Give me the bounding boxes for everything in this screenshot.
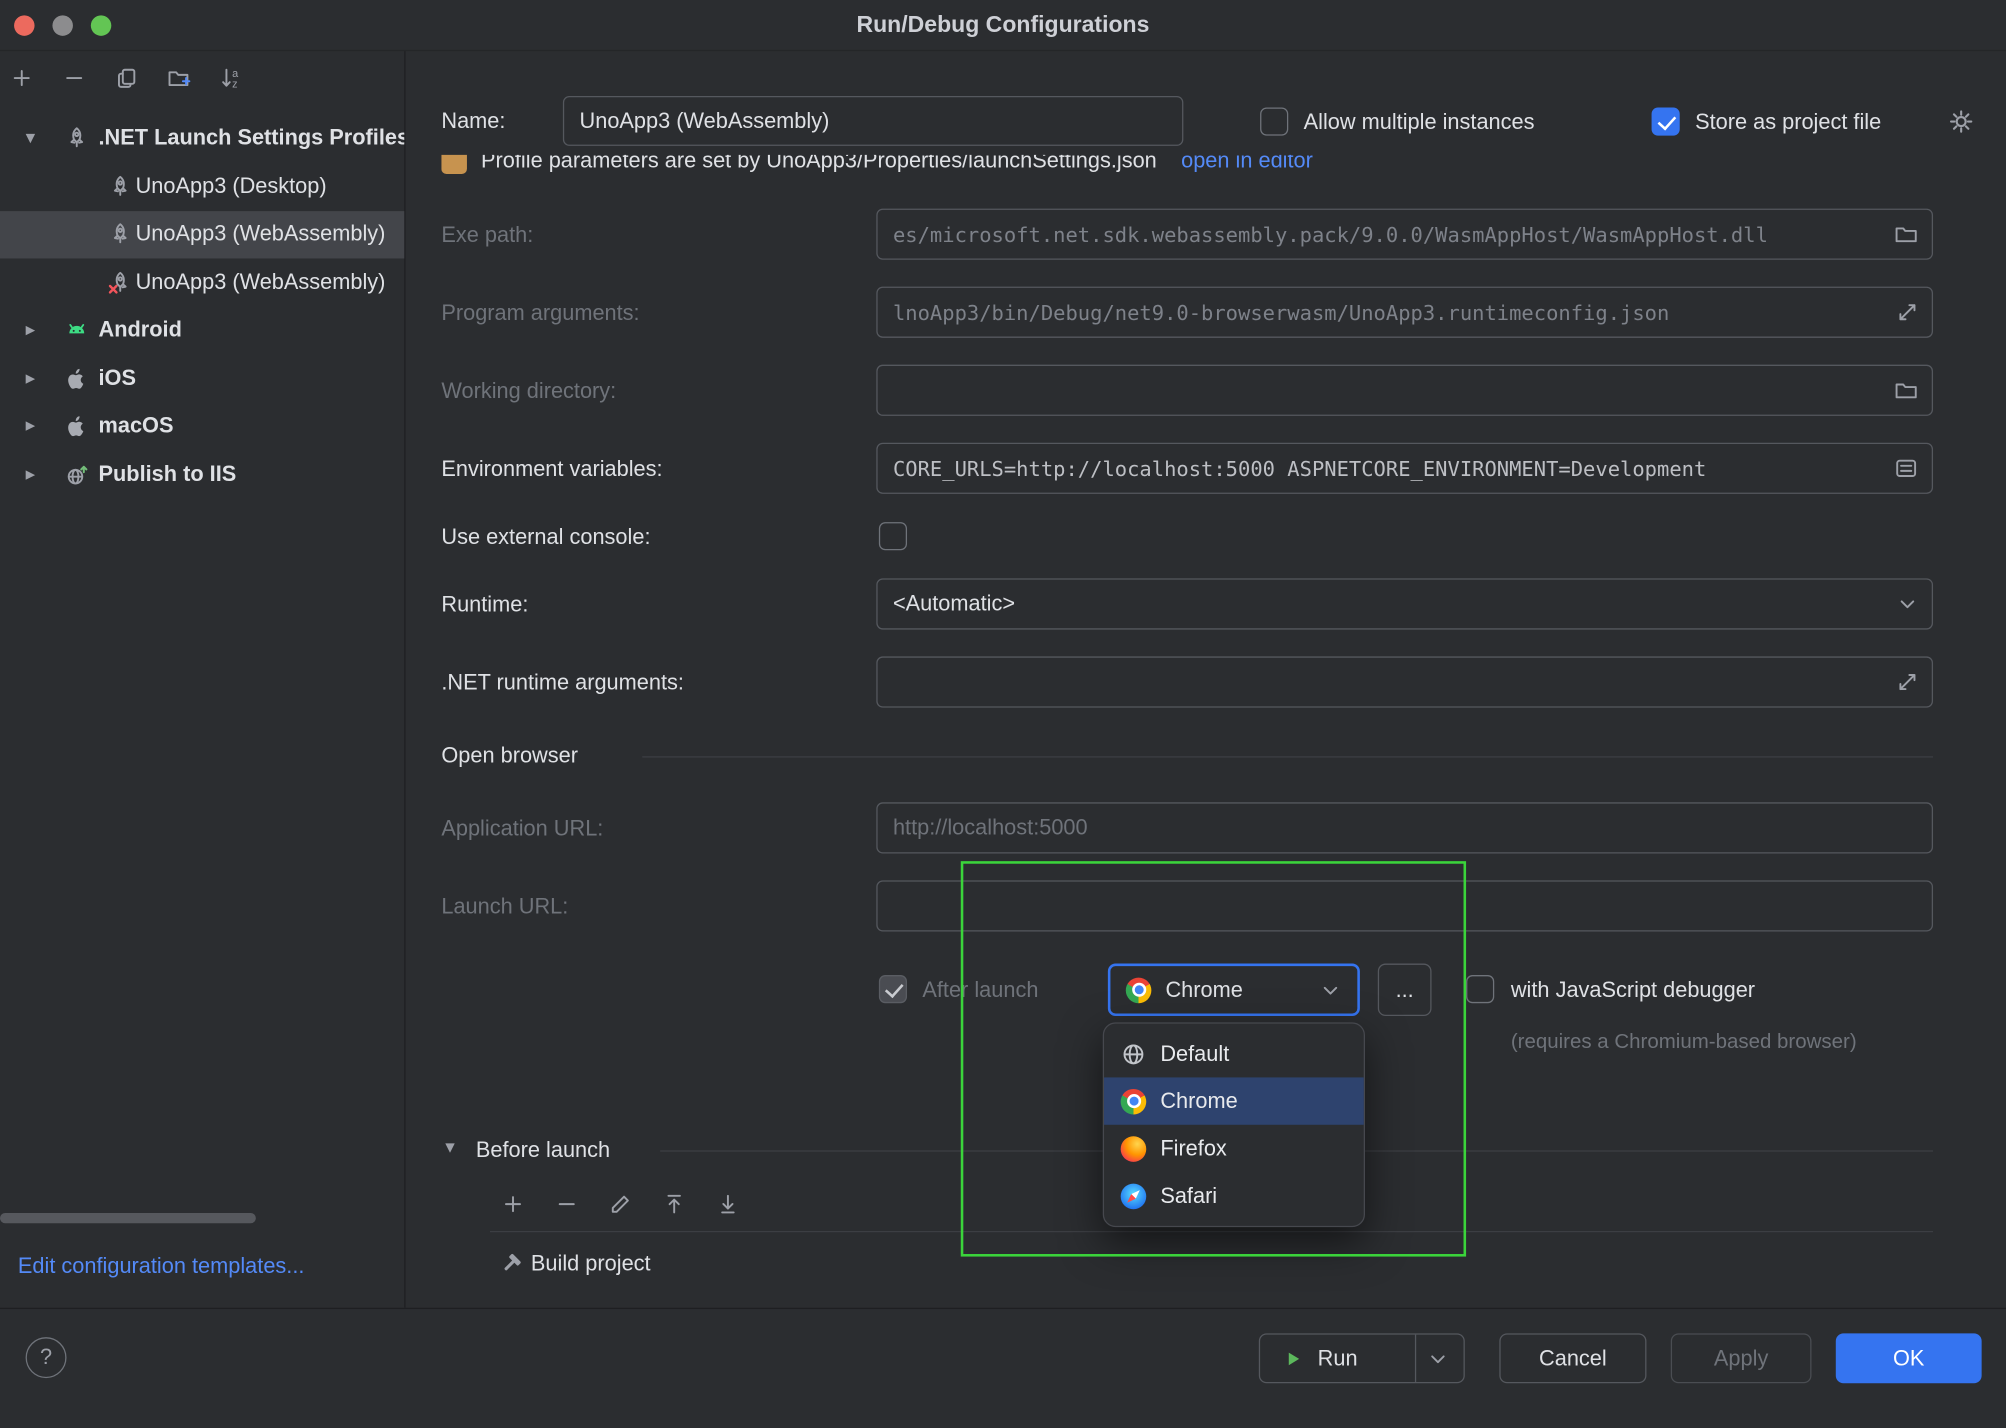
help-button[interactable]: ? (26, 1337, 67, 1378)
chevron-down-icon (1896, 592, 1919, 615)
use-external-console-label: Use external console: (441, 525, 650, 551)
remove-icon (554, 1191, 580, 1217)
environment-variables-input[interactable]: CORE_URLS=http://localhost:5000 ASPNETCO… (876, 443, 1933, 494)
dropdown-item-label: Default (1160, 1041, 1229, 1067)
after-launch-checkbox[interactable] (879, 975, 907, 1003)
move-task-up-button[interactable] (660, 1190, 688, 1218)
program-arguments-value: lnoApp3/bin/Debug/net9.0-browserwasm/Uno… (893, 300, 1669, 324)
edit-pencil-icon (608, 1191, 634, 1217)
before-launch-collapse-chevron[interactable]: ▾ (445, 1134, 455, 1162)
add-icon (500, 1191, 526, 1217)
application-url-label: Application URL: (441, 816, 603, 842)
store-as-project-file-label: Store as project file (1695, 110, 1881, 136)
open-in-editor-link[interactable]: open in editor (1181, 155, 1313, 174)
cancel-button-label: Cancel (1539, 1345, 1607, 1371)
before-launch-task-label: Build project (531, 1251, 651, 1277)
before-launch-task-row[interactable]: Build project (490, 1241, 1933, 1292)
dropdown-item-safari[interactable]: Safari (1104, 1172, 1364, 1219)
ok-button-label: OK (1893, 1345, 1924, 1371)
browse-browser-button[interactable]: ... (1378, 964, 1432, 1016)
dropdown-item-label: Safari (1160, 1183, 1217, 1209)
chrome-icon (1126, 977, 1152, 1003)
safari-icon (1121, 1183, 1147, 1209)
store-settings-gear-icon[interactable] (1947, 107, 1975, 135)
js-debugger-note: (requires a Chromium-based browser) (1511, 1031, 1857, 1054)
chevron-down-icon (1319, 978, 1342, 1001)
environment-variables-value: CORE_URLS=http://localhost:5000 ASPNETCO… (893, 456, 1706, 480)
runtime-label: Runtime: (441, 592, 528, 618)
browser-dropdown-popup: Default Chrome Firefox Safari (1103, 1022, 1365, 1227)
launch-settings-file-icon (441, 155, 467, 174)
main-form: Name: Allow multiple instances Store as … (0, 0, 2006, 1428)
run-button-label: Run (1318, 1345, 1358, 1371)
ok-button[interactable]: OK (1836, 1333, 1982, 1383)
run-debug-configurations-dialog: Run/Debug Configurations az ▾ .NET Launc… (0, 0, 2006, 1428)
working-directory-label: Working directory: (441, 379, 616, 405)
store-as-project-file-checkbox[interactable] (1652, 107, 1680, 135)
move-down-icon (715, 1191, 741, 1217)
program-arguments-input[interactable]: lnoApp3/bin/Debug/net9.0-browserwasm/Uno… (876, 287, 1933, 338)
js-debugger-label: with JavaScript debugger (1511, 978, 1755, 1004)
launch-url-input[interactable] (876, 880, 1933, 931)
expand-icon[interactable] (1896, 301, 1919, 324)
exe-path-label: Exe path: (441, 223, 533, 249)
exe-path-value: es/microsoft.net.sdk.webassembly.pack/9.… (893, 222, 1768, 246)
dotnet-runtime-arguments-label: .NET runtime arguments: (441, 671, 684, 697)
before-launch-section-title: Before launch (476, 1138, 610, 1164)
after-launch-label: After launch (922, 978, 1038, 1004)
apply-button-label: Apply (1714, 1345, 1768, 1371)
browser-combo-value: Chrome (1165, 977, 1242, 1003)
globe-icon (1121, 1041, 1147, 1067)
browse-folder-icon[interactable] (1893, 377, 1919, 403)
before-launch-toolbar (499, 1190, 742, 1218)
launch-url-label: Launch URL: (441, 894, 568, 920)
edit-task-button[interactable] (606, 1190, 634, 1218)
variables-list-icon[interactable] (1893, 456, 1919, 482)
move-task-down-button[interactable] (714, 1190, 742, 1218)
open-browser-section-title: Open browser (441, 743, 578, 769)
run-button[interactable]: Run (1259, 1333, 1465, 1383)
browse-folder-icon[interactable] (1893, 221, 1919, 247)
chrome-icon (1121, 1088, 1147, 1114)
expand-icon[interactable] (1896, 671, 1919, 694)
environment-variables-label: Environment variables: (441, 457, 662, 483)
footer-bar: ? Run Cancel Apply OK (0, 1308, 2006, 1428)
name-label: Name: (441, 109, 505, 135)
browser-combo[interactable]: Chrome (1108, 964, 1360, 1016)
runtime-select[interactable]: <Automatic> (876, 578, 1933, 629)
run-options-divider (1415, 1335, 1416, 1382)
name-input[interactable] (563, 96, 1183, 146)
help-button-label: ? (40, 1345, 52, 1371)
browse-browser-button-label: ... (1396, 977, 1414, 1003)
play-icon (1282, 1347, 1305, 1370)
dropdown-item-default[interactable]: Default (1104, 1030, 1364, 1077)
application-url-input[interactable]: http://localhost:5000 (876, 802, 1933, 853)
program-arguments-label: Program arguments: (441, 301, 639, 327)
dropdown-item-label: Chrome (1160, 1088, 1237, 1114)
exe-path-input[interactable]: es/microsoft.net.sdk.webassembly.pack/9.… (876, 209, 1933, 260)
dropdown-item-label: Firefox (1160, 1136, 1226, 1162)
firefox-icon (1121, 1136, 1147, 1162)
cancel-button[interactable]: Cancel (1499, 1333, 1646, 1383)
before-launch-toolbar-divider (490, 1231, 1933, 1232)
apply-button[interactable]: Apply (1671, 1333, 1812, 1383)
hammer-icon (498, 1251, 524, 1277)
profile-banner: Profile parameters are set by UnoApp3/Pr… (441, 155, 1567, 190)
allow-multiple-instances-label: Allow multiple instances (1304, 110, 1535, 136)
move-up-icon (661, 1191, 687, 1217)
banner-text: Profile parameters are set by UnoApp3/Pr… (481, 155, 1157, 174)
application-url-value: http://localhost:5000 (893, 815, 1088, 841)
dropdown-item-chrome[interactable]: Chrome (1104, 1077, 1364, 1124)
use-external-console-checkbox[interactable] (879, 522, 907, 550)
dropdown-item-firefox[interactable]: Firefox (1104, 1125, 1364, 1172)
section-separator-line (642, 756, 1933, 757)
js-debugger-checkbox[interactable] (1466, 975, 1494, 1003)
allow-multiple-instances-checkbox[interactable] (1260, 107, 1288, 135)
dotnet-runtime-arguments-input[interactable] (876, 656, 1933, 707)
working-directory-input[interactable] (876, 365, 1933, 416)
runtime-value: <Automatic> (893, 591, 1015, 617)
remove-task-button[interactable] (553, 1190, 581, 1218)
add-task-button[interactable] (499, 1190, 527, 1218)
run-options-chevron[interactable] (1426, 1347, 1449, 1370)
